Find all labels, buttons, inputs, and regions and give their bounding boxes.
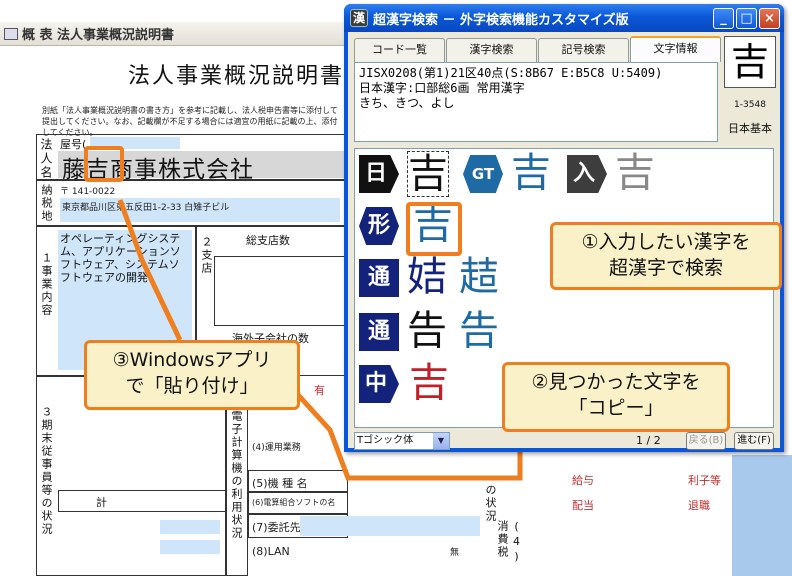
label-kyuyo: 給与: [572, 474, 594, 487]
label-rishi: 利子等: [688, 474, 721, 487]
form-window-title: 概 表 法人事業概況説明書: [22, 28, 175, 43]
font-select[interactable]: Tゴシック体 ▼: [354, 432, 450, 450]
document-icon: [4, 27, 18, 40]
row-unyo: (4)運用業務: [252, 443, 301, 453]
employee-field-2[interactable]: [160, 540, 220, 554]
chevron-down-icon[interactable]: ▼: [433, 433, 449, 449]
label-yu: 有: [314, 384, 325, 397]
tab-bar: コード一覧 漢字検索 記号検索 文字情報: [354, 36, 722, 62]
label-kimatsu: ３期末従事員等の状況: [40, 406, 53, 536]
char-info-box: JISX0208(第1)21区40点(S:8B67 E:B5C8 U:5409)…: [354, 62, 718, 142]
row-itaku: (7)委託先: [252, 521, 301, 534]
label-jokyo: の状況: [484, 484, 497, 523]
form-title: 法人事業概況説明書: [128, 64, 345, 89]
postal-code: 〒 141-0022: [60, 187, 116, 197]
row-kishu: (5)機 種 名: [252, 477, 308, 490]
result-glyph-7[interactable]: 告: [407, 309, 447, 353]
label-sou-shiten: 総支店数: [246, 234, 290, 247]
back-button[interactable]: 戻る(B): [686, 432, 726, 450]
label-haito: 配当: [572, 499, 594, 512]
business-text: オペレーティングシステム、アプリケーションソフトウェア、システムソフトウェアの開…: [60, 232, 181, 284]
badge-input: 入: [567, 155, 607, 193]
kanji-code: 1-3548: [734, 100, 766, 110]
info-line-radical: 日本漢字:口部総6画 常用漢字: [359, 81, 525, 95]
result-glyph-5[interactable]: 姞: [407, 255, 447, 299]
app-title: 超漢字検索 － 外字検索機能カスタマイズ版: [373, 12, 629, 28]
callout-step3: ③Windowsアプリ で「貼り付け」: [84, 340, 300, 410]
result-glyph-8[interactable]: 告: [459, 309, 499, 353]
label-jigyo: １事業内容: [40, 252, 53, 317]
itaku-field[interactable]: [300, 516, 480, 536]
badge-gt: GT: [463, 155, 503, 193]
label-kei: 計: [96, 496, 107, 509]
maximize-button[interactable]: □: [736, 8, 757, 29]
branch-breakdown: [214, 256, 346, 326]
label-mu: 無: [450, 548, 460, 558]
badge-shape: 形: [359, 207, 399, 245]
result-glyph-1[interactable]: 吉: [407, 151, 449, 197]
result-glyph-3[interactable]: 吉: [615, 151, 655, 195]
minimize-button[interactable]: _: [713, 8, 734, 29]
address-text: 東京都品川区東五反田1-2-33 白雉子ビル: [62, 203, 230, 213]
result-glyph-9[interactable]: 吉: [409, 361, 449, 405]
badge-variant-1: 通: [359, 259, 399, 297]
badge-variant-2: 通: [359, 313, 399, 351]
employee-field-1[interactable]: [160, 520, 220, 534]
tab-char-info[interactable]: 文字情報: [630, 36, 721, 62]
total-row: [58, 490, 226, 512]
font-select-value: Tゴシック体: [357, 435, 414, 446]
label-houjin: 法人名: [39, 138, 53, 180]
result-glyph-6[interactable]: 趌: [459, 255, 499, 299]
info-line-reading: きち、きつ、よし: [359, 96, 455, 110]
form-window-titlebar[interactable]: 概 表 法人事業概況説明書: [0, 22, 345, 46]
tab-symbol-search[interactable]: 記号検索: [538, 38, 629, 62]
label-taishoku: 退職: [688, 499, 710, 512]
label-nozeichi: 納税地: [40, 184, 53, 223]
pasted-kanji-highlight: [84, 146, 124, 182]
kanji-charset: 日本基本: [728, 122, 772, 135]
badge-japan: 日: [359, 155, 399, 193]
selected-kanji-preview: 吉: [724, 36, 776, 88]
tab-code-list[interactable]: コード一覧: [354, 38, 445, 62]
label-shohi: (4)消費税: [496, 520, 523, 565]
callout-step1: ①入力したい漢字を 超漢字で検索: [550, 222, 782, 290]
next-button[interactable]: 進む(F): [734, 432, 774, 450]
background-window-edge: [732, 455, 792, 576]
row-lan: (8)LAN: [252, 545, 290, 558]
app-icon: 漢: [350, 9, 368, 27]
close-button[interactable]: ×: [759, 8, 780, 29]
callout-step2: ②見つかった文字を 「コピー」: [502, 362, 730, 432]
label-denshi: 電子計算機の利用状況: [230, 410, 243, 540]
page-indicator: 1 / 2: [636, 434, 661, 447]
row-soft: (6)電算組合ソフトの名: [252, 498, 336, 507]
label-shiten: ２支店: [200, 236, 213, 275]
selected-glyph-highlight: [406, 202, 462, 256]
info-line-code: JISX0208(第1)21区40点(S:8B67 E:B5C8 U:5409): [359, 66, 663, 80]
badge-china: 中: [359, 365, 399, 403]
result-glyph-2[interactable]: 吉: [511, 151, 551, 195]
tab-kanji-search[interactable]: 漢字検索: [446, 38, 537, 62]
